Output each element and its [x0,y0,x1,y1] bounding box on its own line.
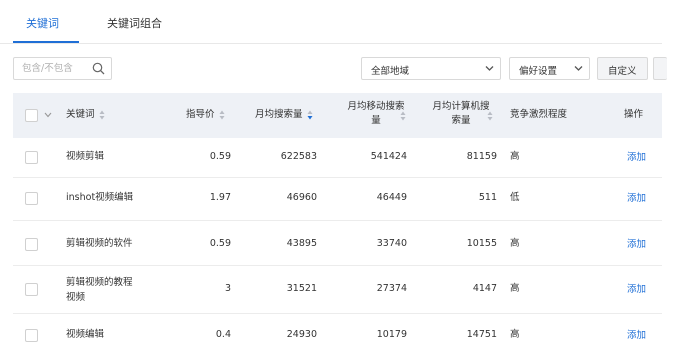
row-checkbox[interactable] [25,329,38,342]
price-cell: 0.4 [215,329,231,340]
row-checkbox[interactable] [25,238,38,251]
monthly-cell: 43895 [286,238,317,249]
col-monthly-label: 月均搜索量 [255,109,303,120]
preference-select[interactable]: 偏好设置 [509,57,590,80]
competition-cell: 高 [510,329,520,340]
more-button[interactable] [653,57,667,80]
price-cell: 0.59 [209,151,231,162]
col-mobile-label-1: 月均移动搜索 [347,101,405,112]
col-action: 操作 [624,109,644,120]
competition-cell: 高 [510,151,520,162]
row-checkbox[interactable] [25,192,38,205]
search-box [13,57,112,80]
table-header: 关键词 指导价 月均搜索量 月均移动搜索 量 月均计算机搜 索量 竞争激烈程度 … [13,93,662,138]
mobile-cell: 27374 [376,283,407,294]
price-cell: 1.97 [209,192,231,203]
add-link[interactable]: 添加 [627,192,646,206]
table-row: 视频剪辑 0.59 622583 541424 81159 高 添加 [13,138,662,178]
competition-cell: 高 [510,283,520,294]
keyword-cell: 视频编辑 [66,329,105,340]
table-row: inshot视频编辑 1.97 46960 46449 511 低 添加 [13,178,662,221]
col-competition: 竞争激烈程度 [510,109,568,120]
preference-select-value: 偏好设置 [519,66,558,77]
sort-icon[interactable] [400,111,406,121]
search-input[interactable] [14,58,90,79]
tab-keyword-combos[interactable]: 关键词组合 [107,15,162,31]
pc-cell: 81159 [466,151,497,162]
monthly-cell: 622583 [280,151,317,162]
col-mobile-search[interactable]: 月均移动搜索 量 [333,100,419,128]
chevron-down-icon [485,66,494,71]
keyword-cell: 剪辑视频的教程 视频 [66,275,133,305]
row-checkbox[interactable] [25,283,38,296]
col-pc-label-2: 索量 [451,115,471,126]
monthly-cell: 46960 [286,192,317,203]
table-row: 剪辑视频的软件 0.59 43895 33740 10155 高 添加 [13,221,662,266]
keyword-cell: inshot视频编辑 [66,192,134,203]
col-price-label: 指导价 [186,109,215,120]
col-monthly-search[interactable]: 月均搜索量 [255,108,313,122]
keyword-line-1: 剪辑视频的教程 [66,277,133,288]
col-mobile-label-2: 量 [371,115,381,126]
add-link[interactable]: 添加 [627,238,646,252]
keyword-cell: 剪辑视频的软件 [66,238,133,249]
table-row: 视频编辑 0.4 24930 10179 14751 高 添加 [13,314,662,351]
competition-cell: 低 [510,192,520,203]
tab-keywords[interactable]: 关键词 [26,15,59,31]
col-price[interactable]: 指导价 [186,108,225,122]
active-tab-indicator [13,41,79,43]
chevron-down-icon[interactable] [44,112,52,118]
sort-icon [219,110,225,119]
mobile-cell: 541424 [370,151,407,162]
custom-button[interactable]: 自定义 [597,57,648,80]
row-checkbox[interactable] [25,151,38,164]
pc-cell: 14751 [466,329,497,340]
mobile-cell: 33740 [376,238,407,249]
chevron-down-icon [574,66,583,71]
search-icon[interactable] [92,62,105,75]
keyword-cell: 视频剪辑 [66,151,105,162]
competition-cell: 高 [510,238,520,249]
price-cell: 3 [224,283,231,294]
region-select-value: 全部地域 [371,66,410,77]
select-all-checkbox[interactable] [25,109,38,122]
price-cell: 0.59 [209,238,231,249]
monthly-cell: 31521 [286,283,317,294]
table-row: 剪辑视频的教程 视频 3 31521 27374 4147 高 添加 [13,266,662,314]
pc-cell: 511 [478,192,497,203]
add-link[interactable]: 添加 [627,283,646,297]
mobile-cell: 46449 [376,192,407,203]
sort-desc-icon [307,110,313,119]
sort-icon[interactable] [487,111,493,121]
add-link[interactable]: 添加 [627,329,646,343]
col-keyword-label: 关键词 [66,109,95,120]
tab-bar: 关键词 关键词组合 [0,0,662,44]
monthly-cell: 24930 [286,329,317,340]
pc-cell: 4147 [472,283,497,294]
sort-icon [99,110,105,119]
mobile-cell: 10179 [376,329,407,340]
keyword-line-2: 视频 [66,292,86,303]
region-select[interactable]: 全部地域 [361,57,501,80]
add-link[interactable]: 添加 [627,151,646,165]
col-keyword[interactable]: 关键词 [66,108,105,122]
custom-button-label: 自定义 [608,66,637,77]
pc-cell: 10155 [466,238,497,249]
